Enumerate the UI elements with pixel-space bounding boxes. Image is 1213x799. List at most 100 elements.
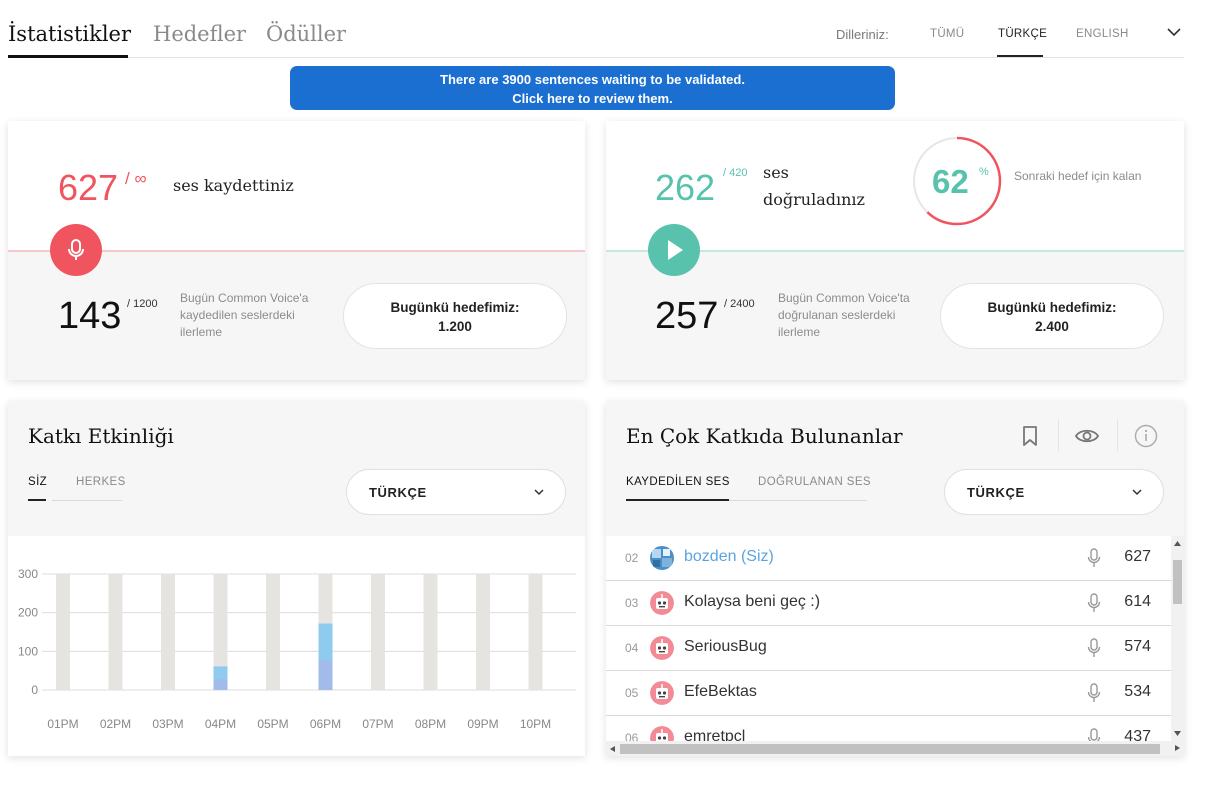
play-icon: [668, 240, 683, 260]
active-tab-underline: [8, 55, 128, 58]
language-filter-turkish[interactable]: TÜRKÇE: [998, 28, 1047, 40]
top-navigation: İstatistikler Hedefler Ödüller Dillerini…: [8, 0, 1184, 58]
x-tick-label: 08PM: [415, 717, 446, 731]
leaderboard-card: En Çok Katkıda Bulunanlar KAYDEDİLEN SES…: [606, 401, 1184, 756]
speak-count: 627: [58, 167, 119, 208]
leaderboard-tab-recorded[interactable]: KAYDEDİLEN SES: [626, 476, 730, 488]
leaderboard-language-select[interactable]: TÜRKÇE: [944, 469, 1164, 515]
eye-icon[interactable]: [1074, 423, 1100, 449]
bar-background: [56, 574, 70, 690]
language-filter-english[interactable]: ENGLISH: [1076, 28, 1129, 40]
activity-tab-line: [52, 500, 122, 501]
banner-line-1: There are 3900 sentences waiting to be v…: [440, 72, 745, 87]
x-tick-label: 10PM: [520, 717, 551, 731]
languages-label: Dilleriniz:: [836, 27, 889, 42]
active-language-underline: [997, 55, 1043, 57]
speak-today-description: Bugün Common Voice'a kaydedilen seslerde…: [180, 291, 309, 339]
leaderboard-row[interactable]: 06 emretpcl 437: [606, 716, 1171, 741]
x-tick-label: 09PM: [467, 717, 498, 731]
bookmark-icon[interactable]: [1017, 423, 1043, 449]
leaderboard-rank: 02: [625, 551, 639, 565]
x-tick-label: 05PM: [257, 717, 288, 731]
speak-goal: / ∞: [125, 169, 147, 188]
bar-shade: [213, 679, 228, 690]
tab-goals[interactable]: Hedefler: [153, 22, 246, 46]
bar-background: [266, 574, 280, 690]
activity-language-select[interactable]: TÜRKÇE: [346, 469, 566, 515]
avatar: [650, 546, 674, 570]
microphone-icon: [1087, 638, 1101, 657]
leaderboard-rank: 03: [625, 596, 639, 610]
leaderboard-rank: 04: [625, 641, 639, 655]
scroll-down-arrow-icon[interactable]: [1173, 729, 1182, 737]
speak-goal-pill-label: Bugünkü hedefimiz:: [390, 300, 520, 315]
leaderboard-count: 534: [1124, 683, 1151, 700]
leaderboard-row[interactable]: 04 SeriousBug 574: [606, 626, 1171, 671]
leaderboard-rank: 06: [625, 731, 639, 741]
banner-line-2: Click here to review them.: [512, 91, 673, 106]
bar-shade: [318, 660, 333, 690]
listen-goal: / 420: [723, 167, 748, 179]
y-tick-label: 200: [18, 606, 38, 620]
activity-tab-you-underline: [28, 499, 46, 501]
record-button[interactable]: [50, 224, 102, 276]
microphone-icon: [1087, 728, 1101, 741]
leaderboard-count: 574: [1124, 638, 1151, 655]
tab-statistics[interactable]: İstatistikler: [8, 22, 131, 46]
y-tick-label: 0: [31, 683, 38, 697]
leaderboard-title: En Çok Katkıda Bulunanlar: [626, 424, 903, 448]
speak-stats-card: 627 / ∞ ses kaydettiniz 143 / 1200 Bugün…: [8, 121, 585, 380]
leaderboard-rank: 05: [625, 686, 639, 700]
listen-percent: 62: [932, 163, 969, 200]
language-filter-all[interactable]: TÜMÜ: [930, 28, 964, 40]
leaderboard-list[interactable]: 02 bozden (Siz) 627 03 Kolaysa beni geç :) 61…: [606, 536, 1171, 741]
chevron-down-icon[interactable]: [1166, 24, 1182, 40]
validation-banner[interactable]: There are 3900 sentences waiting to be v…: [290, 66, 895, 110]
x-tick-label: 03PM: [152, 717, 183, 731]
listen-goal-pill-label: Bugünkü hedefimiz:: [987, 300, 1117, 315]
leaderboard-row[interactable]: 02 bozden (Siz) 627: [606, 536, 1171, 581]
bar-background: [476, 574, 490, 690]
listen-goal-pill-value: 2.400: [1035, 319, 1069, 334]
toolbar-divider: [1058, 419, 1059, 451]
listen-label-line-1: ses: [763, 163, 789, 182]
activity-title: Katkı Etkinliği: [28, 424, 174, 448]
horizontal-scroll-thumb[interactable]: [620, 744, 1160, 754]
y-tick-label: 300: [18, 567, 38, 581]
scroll-up-arrow-icon[interactable]: [1173, 540, 1182, 548]
leaderboard-tab-validated[interactable]: DOĞRULANAN SES: [758, 476, 871, 488]
listen-percent-sign: %: [979, 166, 989, 178]
vertical-scroll-thumb[interactable]: [1173, 560, 1182, 604]
chevron-down-icon: [534, 489, 544, 496]
chevron-down-icon: [1132, 489, 1142, 496]
leaderboard-username[interactable]: bozden (Siz): [684, 548, 774, 566]
tab-awards[interactable]: Ödüller: [266, 22, 346, 46]
play-button[interactable]: [648, 224, 700, 276]
activity-bar-chart: 0 100 200 300 01PM 02PM 03PM 04PM 05PM 06PM 07PM 08…: [18, 567, 576, 731]
scroll-right-arrow-icon[interactable]: [1174, 744, 1181, 752]
avatar: [650, 591, 674, 615]
leaderboard-horizontal-scrollbar[interactable]: [606, 741, 1171, 756]
activity-tab-you[interactable]: SİZ: [28, 476, 47, 488]
x-tick-label: 01PM: [47, 717, 78, 731]
leaderboard-username: SeriousBug: [684, 638, 767, 655]
listen-label-line-2: doğruladınız: [763, 190, 865, 209]
next-goal-label: Sonraki hedef için kalan: [1014, 169, 1142, 183]
microphone-icon: [1087, 548, 1101, 567]
x-tick-label: 06PM: [310, 717, 341, 731]
speak-goal-pill-value: 1.200: [438, 319, 472, 334]
x-tick-label: 04PM: [205, 717, 236, 731]
listen-count: 262: [655, 167, 716, 208]
avatar: [650, 681, 674, 705]
info-icon[interactable]: [1133, 423, 1159, 449]
leaderboard-username: EfeBektas: [684, 683, 757, 700]
activity-tab-everyone[interactable]: HERKES: [76, 476, 126, 488]
speak-today-goal: / 1200: [127, 298, 158, 310]
leaderboard-vertical-scrollbar[interactable]: [1171, 536, 1184, 756]
bar-background: [528, 574, 543, 690]
leaderboard-row[interactable]: 05 EfeBektas 534: [606, 671, 1171, 716]
microphone-icon: [68, 239, 84, 260]
scroll-left-arrow-icon[interactable]: [609, 745, 616, 753]
bar-background: [108, 574, 123, 690]
leaderboard-row[interactable]: 03 Kolaysa beni geç :) 614: [606, 581, 1171, 626]
